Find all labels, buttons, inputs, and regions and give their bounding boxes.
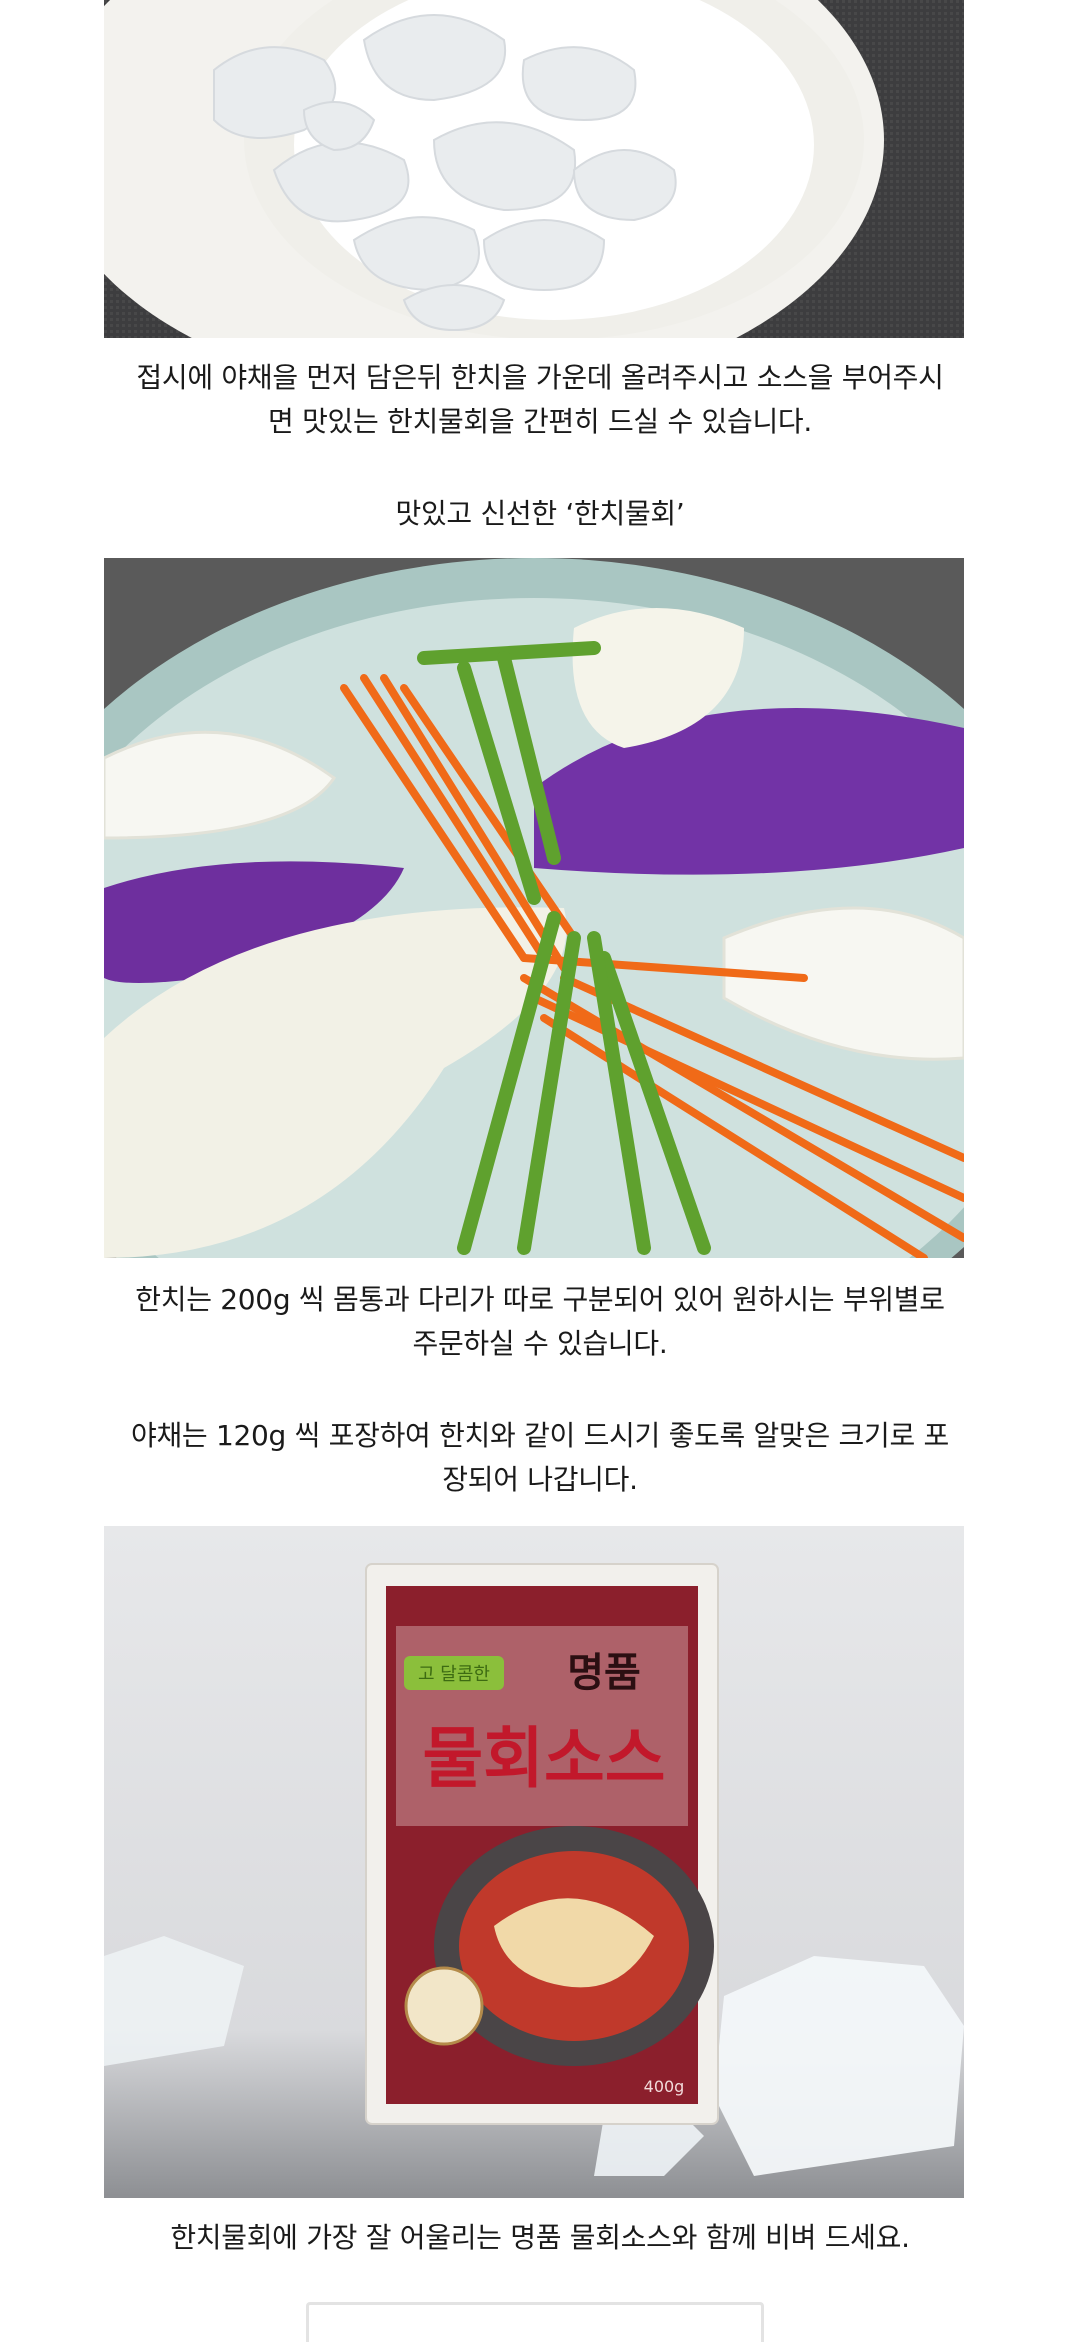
package-tag-text: 고 달콤한	[418, 1664, 490, 1685]
vegetables-illustration	[104, 558, 964, 1258]
sauce-package-illustration: 고 달콤한 명품 물회소스 400g	[104, 1526, 964, 2198]
caption-line: 한치는 200g 씩 몸통과 다리가 따로 구분되어 있어 원하시는 부위별로	[135, 1283, 945, 1316]
caption-line: 면 맛있는 한치물회을 간편히 드실 수 있습니다.	[268, 405, 812, 438]
sauce-package-photo: 고 달콤한 명품 물회소스 400g	[104, 1526, 964, 2198]
caption-vegetable-portion: 야채는 120g 씩 포장하여 한치와 같이 드시기 좋도록 알맞은 크기로 포…	[80, 1414, 1000, 1502]
caption-line: 주문하실 수 있습니다.	[412, 1327, 668, 1360]
squid-photo	[104, 0, 964, 338]
subtitle: 맛있고 신선한 ‘한치물회’	[80, 492, 1000, 536]
package-name-text: 물회소스	[423, 1720, 666, 1797]
caption-sauce: 한치물회에 가장 잘 어울리는 명품 물회소스와 함께 비벼 드세요.	[80, 2216, 1000, 2260]
caption-squid-portion: 한치는 200g 씩 몸통과 다리가 따로 구분되어 있어 원하시는 부위별로 …	[80, 1278, 1000, 1366]
subtitle-text: 맛있고 신선한 ‘한치물회’	[395, 497, 685, 530]
caption-line: 장되어 나갑니다.	[442, 1463, 638, 1496]
more-button-edge[interactable]	[306, 2302, 764, 2342]
vegetables-photo	[104, 558, 964, 1258]
caption-plating-instructions: 접시에 야채을 먼저 담은뒤 한치을 가운데 올려주시고 소스을 부어주시 면 …	[80, 356, 1000, 444]
caption-line: 한치물회에 가장 잘 어울리는 명품 물회소스와 함께 비벼 드세요.	[170, 2221, 910, 2254]
caption-line: 야채는 120g 씩 포장하여 한치와 같이 드시기 좋도록 알맞은 크기로 포	[131, 1419, 949, 1452]
package-brand-text: 명품	[567, 1650, 641, 1696]
package-weight-text: 400g	[644, 2077, 685, 2096]
caption-line: 접시에 야채을 먼저 담은뒤 한치을 가운데 올려주시고 소스을 부어주시	[136, 361, 944, 394]
squid-illustration	[104, 0, 964, 338]
